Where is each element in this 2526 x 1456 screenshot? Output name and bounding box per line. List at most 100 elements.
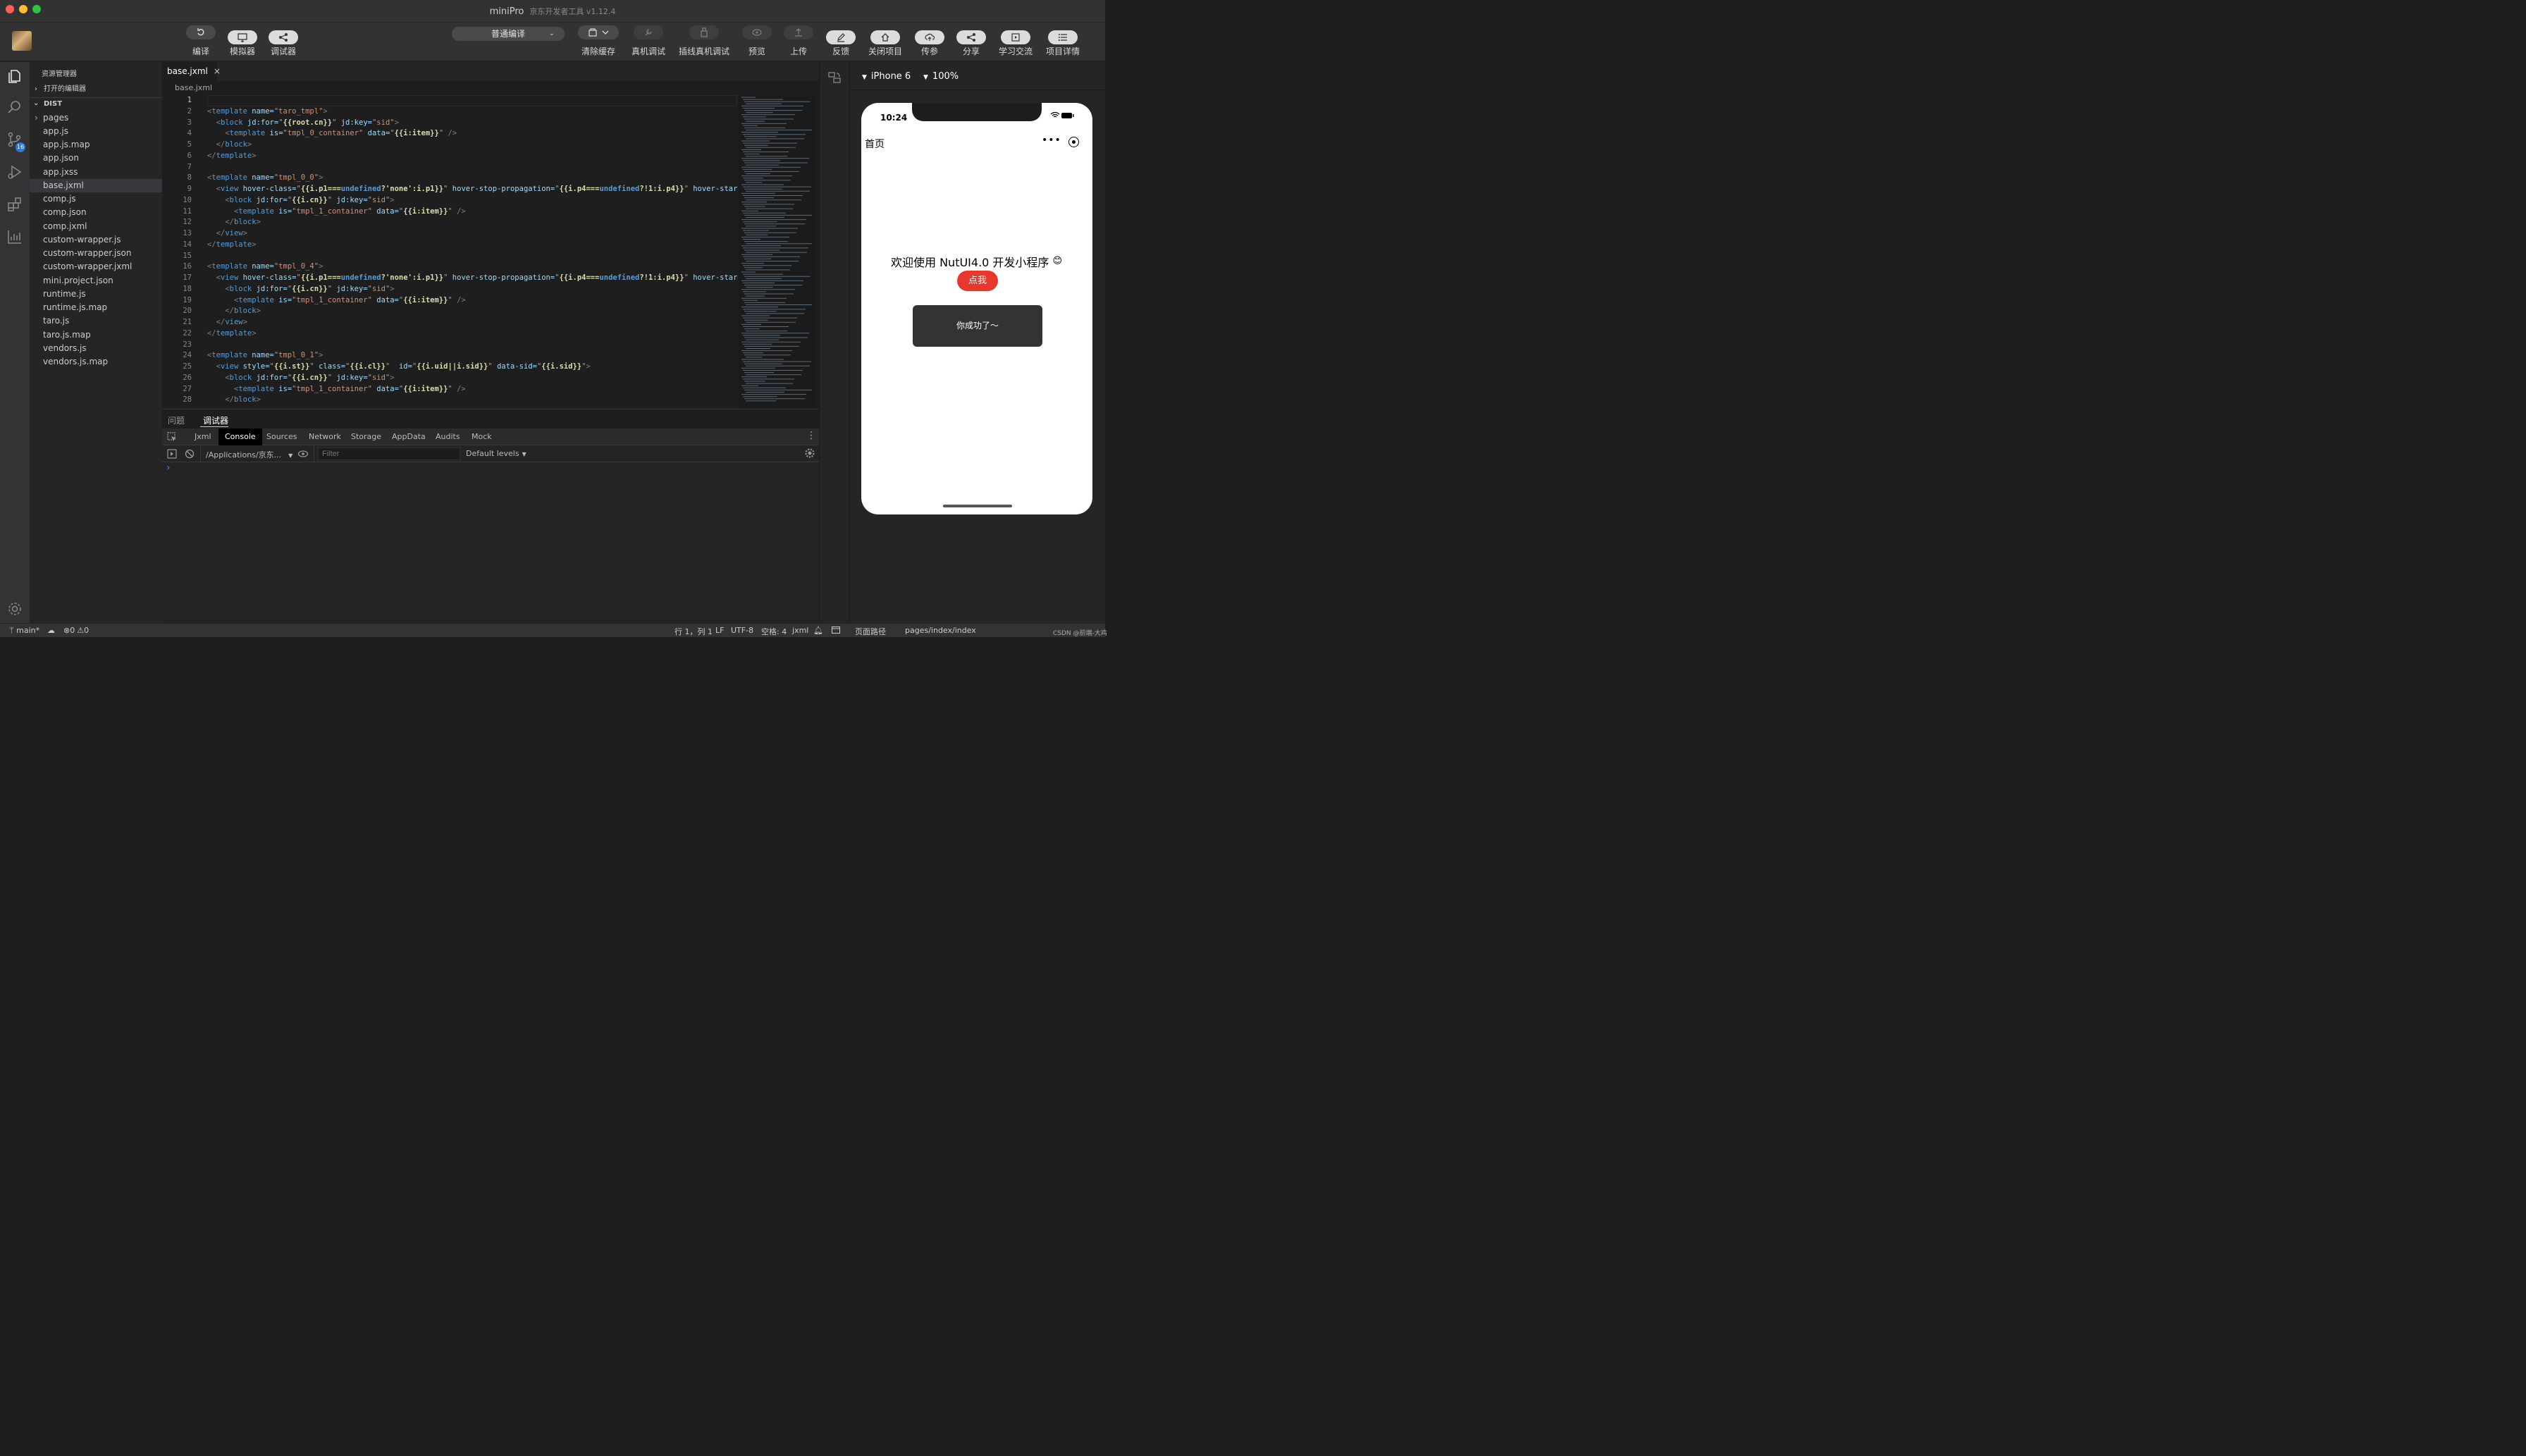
tab-problems[interactable]: 问题 [168, 414, 185, 426]
encoding-indicator[interactable]: UTF-8 [731, 626, 753, 635]
code-line[interactable]: </view> [207, 228, 737, 240]
code-line[interactable]: <template is="tmpl_1_container" data="{{… [207, 295, 737, 307]
code-line[interactable]: <view hover-class="{{i.p1===undefined?'n… [207, 184, 737, 195]
avatar[interactable] [12, 31, 32, 51]
code-line[interactable]: <template is="tmpl_1_container" data="{{… [207, 206, 737, 218]
log-levels-select[interactable]: Default levels ▼ [466, 449, 526, 458]
file-item[interactable]: vendors.js [30, 342, 162, 355]
file-item[interactable]: app.json [30, 152, 162, 165]
file-item[interactable]: custom-wrapper.json [30, 247, 162, 260]
code-line[interactable]: <block jd:for="{{root.cn}}" jd:key="sid"… [207, 118, 737, 129]
close-icon[interactable]: × [214, 66, 221, 76]
file-item[interactable]: runtime.js [30, 288, 162, 301]
indent-indicator[interactable]: 空格: 4 [761, 626, 787, 637]
console-output[interactable] [162, 462, 819, 623]
language-indicator[interactable]: jxml [792, 626, 808, 635]
code-line[interactable]: <template name="taro_tmpl"> [207, 106, 737, 118]
compile-button[interactable]: 编译 [180, 25, 222, 57]
filter-input[interactable] [318, 448, 460, 460]
file-item[interactable]: comp.json [30, 206, 162, 219]
file-item[interactable]: runtime.js.map [30, 301, 162, 314]
learn-button[interactable]: 学习交流 [994, 25, 1037, 57]
code-line[interactable]: <view hover-class="{{i.p1===undefined?'n… [207, 273, 737, 284]
file-item[interactable]: custom-wrapper.jxml [30, 260, 162, 273]
editor-tab[interactable]: base.jxml × [162, 62, 221, 80]
code-line[interactable]: <block jd:for="{{i.cn}}" jd:key="sid"> [207, 284, 737, 295]
compile-mode-select[interactable]: 普通编译 ⌄ [452, 27, 565, 41]
code-line[interactable]: <template is="tmpl_1_container" data="{{… [207, 384, 737, 395]
code-line[interactable]: </block> [207, 217, 737, 228]
inspect-icon[interactable] [167, 432, 177, 442]
debugger-button[interactable]: 调试器 [262, 25, 304, 57]
files-icon[interactable] [6, 68, 23, 85]
device-debug-button[interactable]: 真机调试 [627, 25, 670, 57]
file-item[interactable]: vendors.js.map [30, 355, 162, 369]
tab-jxml[interactable]: Jxml [188, 428, 218, 445]
tab-storage[interactable]: Storage [345, 428, 388, 445]
close-project-button[interactable]: 关闭项目 [864, 25, 906, 57]
dist-folder[interactable]: ⌄ DIST [30, 97, 162, 111]
file-item[interactable]: app.jxss [30, 166, 162, 179]
rotate-icon[interactable] [827, 70, 842, 85]
upload-button[interactable]: 上传 [777, 25, 820, 57]
page-path[interactable]: pages/index/index [905, 626, 976, 635]
clear-console-icon[interactable] [185, 449, 195, 459]
file-item[interactable]: comp.jxml [30, 220, 162, 233]
tab-audits[interactable]: Audits [429, 428, 467, 445]
context-select[interactable]: /Applications/京东... ▼ [206, 449, 292, 460]
sidebar-toggle-icon[interactable] [167, 449, 177, 459]
folder-pages[interactable]: › pages [30, 111, 162, 125]
code-line[interactable]: <template is="tmpl_0_container" data="{{… [207, 128, 737, 140]
file-item-selected[interactable]: base.jxml [30, 179, 162, 192]
code-line[interactable]: <template name="tmpl_0_0"> [207, 173, 737, 184]
params-button[interactable]: 传参 [908, 25, 951, 57]
tab-network[interactable]: Network [302, 428, 347, 445]
extensions-icon[interactable] [6, 196, 23, 213]
share-button[interactable]: 分享 [950, 25, 992, 57]
eye-icon[interactable] [297, 449, 309, 459]
open-editors-section[interactable]: › 打开的编辑器 [30, 82, 162, 96]
code-line[interactable]: <template name="tmpl_0_1"> [207, 350, 737, 362]
code-line[interactable]: </template> [207, 240, 737, 251]
tab-mock[interactable]: Mock [465, 428, 498, 445]
layout-icon[interactable] [832, 627, 840, 634]
clear-cache-button[interactable]: 清除缓存 [577, 25, 620, 57]
close-miniprogram-icon[interactable] [1068, 137, 1079, 147]
code-line[interactable]: </block> [207, 140, 737, 151]
code-line[interactable]: </view> [207, 317, 737, 328]
code-line[interactable]: </block> [207, 306, 737, 317]
sync-icon[interactable]: ☁ [47, 626, 55, 635]
file-item[interactable]: custom-wrapper.js [30, 233, 162, 247]
code-line[interactable]: </template> [207, 151, 737, 162]
gear-icon[interactable] [805, 448, 815, 458]
more-vertical-icon[interactable]: ⋮ [806, 431, 816, 440]
gear-icon[interactable] [6, 600, 23, 617]
simulator-button[interactable]: 模拟器 [221, 25, 264, 57]
file-item[interactable]: app.js [30, 125, 162, 138]
code-line[interactable]: </template> [207, 328, 737, 340]
code-line[interactable]: <template name="tmpl_0_4"> [207, 261, 737, 273]
file-item[interactable]: mini.project.json [30, 274, 162, 288]
problems-indicator[interactable]: ⊗0 ⚠0 [63, 626, 89, 635]
tab-appdata[interactable]: AppData [386, 428, 432, 445]
branch-indicator[interactable]: ᛘ main* [9, 626, 39, 635]
breadcrumb[interactable]: base.jxml [175, 83, 212, 92]
click-me-button[interactable]: 点我 [957, 271, 998, 291]
eol-indicator[interactable]: LF [715, 626, 724, 635]
tab-debugger[interactable]: 调试器 [203, 414, 228, 426]
bell-icon[interactable]: 🔔︎ [813, 626, 823, 635]
feedback-button[interactable]: 反馈 [820, 25, 862, 57]
project-details-button[interactable]: 项目详情 [1042, 25, 1084, 57]
cursor-position[interactable]: 行 1，列 1 [674, 626, 713, 637]
file-item[interactable]: app.js.map [30, 138, 162, 152]
file-item[interactable]: comp.js [30, 192, 162, 206]
preview-button[interactable]: 预览 [736, 25, 778, 57]
chart-icon[interactable] [6, 228, 23, 245]
search-icon[interactable] [6, 99, 23, 116]
zoom-select[interactable]: ▼ 100% [923, 71, 959, 82]
code-line[interactable]: <view style="{{i.st}}" class="{{i.cl}}" … [207, 362, 737, 373]
run-debug-icon[interactable] [6, 164, 23, 180]
code-line[interactable]: <block jd:for="{{i.cn}}" jd:key="sid"> [207, 195, 737, 206]
code-line[interactable]: </block> [207, 395, 737, 406]
usb-debug-button[interactable]: 插线真机调试 [676, 25, 732, 57]
